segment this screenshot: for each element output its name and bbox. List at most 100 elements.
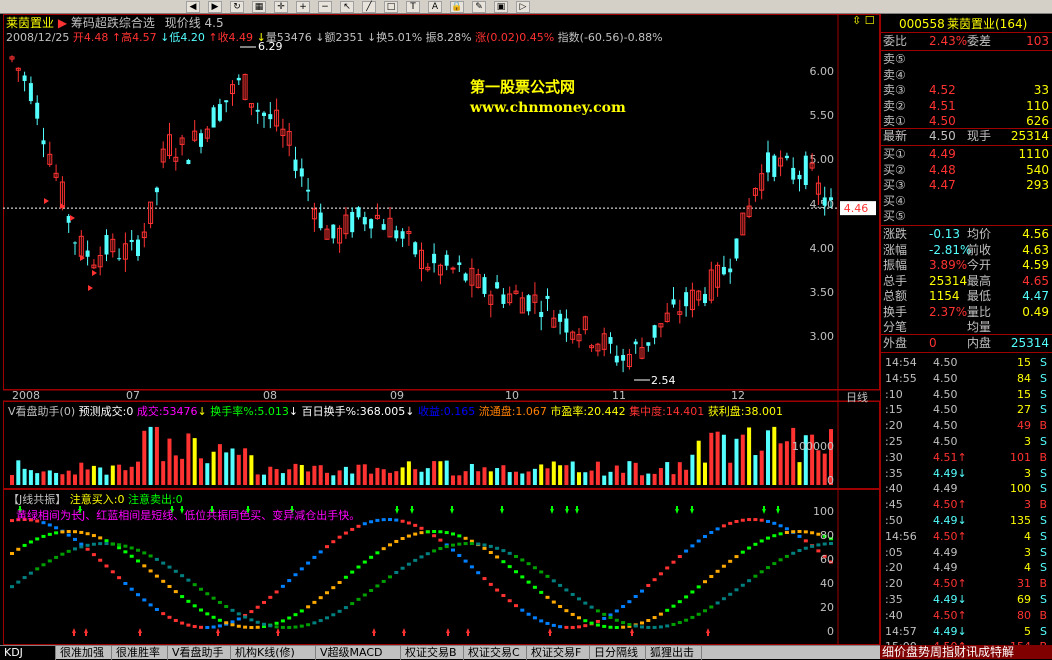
watermark-url: www.chnmoney.com [470,100,626,116]
toolbar: ◀ ▶ ↻ ▦ ✛ + − ↖ ╱ □ T A 🔒 ✎ ▣ ▷ [0,0,1052,14]
stat-row: 分笔 均量 [883,320,992,334]
tick-row: :25 4.50 3 S [885,435,1047,448]
tick-row: 14:56 4.50↑ 4 S [885,529,1047,543]
stat-row: 振幅 3.89% 今开 4.59 [883,258,1049,272]
stat-row: 涨跌 -0.13 均价 4.56 [883,227,1049,241]
zoom-out-icon[interactable]: − [318,1,332,13]
tick-row: :15 4.50 27 S [885,403,1047,417]
tick-row: 14:54 4.50 15 S [885,356,1047,369]
indicator-tabs: KDJ 很准加强 很准胜率 V看盘助手 机构K线(修) V超级MACD 权证交易B 权证交易C… [0,645,880,660]
tick-row: :30 4.51↑ 101 B [885,450,1047,464]
tick-row: :20 4.50↑ 31 B [885,577,1047,591]
tick-row: :05 4.49 3 S [885,545,1047,559]
tick-row: :35 4.49↓ 69 S [885,593,1047,606]
tab-indicator[interactable]: 很准加强 [56,646,112,660]
date-tick-label: 12 [731,389,745,402]
arrow-right-icon[interactable]: ▶ [58,16,71,30]
kdj-tick-label: 20 [820,601,834,614]
forward-icon[interactable]: ▶ [208,1,222,13]
date-tick-label: 10 [505,389,519,402]
tick-row: :40 4.49 100 S [885,482,1047,496]
price-tick-label: 3.00 [809,330,835,344]
back-icon[interactable]: ◀ [186,1,200,13]
date-tick-label: 07 [126,389,140,402]
tick-row: :40 4.50↑ 80 B [885,608,1047,622]
text-icon[interactable]: T [406,1,420,13]
tab-indicator[interactable]: V超级MACD [316,646,401,660]
order-book-row[interactable]: 买③ 4.47 293 [881,177,1052,193]
order-book-row[interactable]: 卖④ [881,67,1052,83]
tab-indicator[interactable]: 权证交易C [464,646,527,660]
waipan-row: 外盘 0 内盘 25314 [883,336,1049,350]
ohlc-line: 2008/12/25 开4.48 ↑高4.57 ↓低4.20 ↑收4.49 ↓量… [6,31,663,44]
tab-indicator[interactable]: 权证交易B [401,646,464,660]
stat-row: 总额 1154 最低 4.47 [883,289,1049,303]
order-book-row[interactable]: 卖③ 4.52 33 [881,82,1052,98]
volume-tick-label: 0 [827,474,834,487]
current-line: 现价线 4.5 [164,16,224,30]
price-tick-label: 4.50 [809,197,835,211]
date-tick-label: 11 [612,389,626,402]
order-book-row[interactable]: 卖① 4.50 626 [881,113,1052,129]
cross-icon[interactable]: ✛ [274,1,288,13]
order-book-row[interactable]: 卖⑤ [881,51,1052,67]
zoom-in-icon[interactable]: + [296,1,310,13]
watermark-title: 第一股票公式网 [470,78,576,96]
order-book-row[interactable]: 卖② 4.51 110 [881,98,1052,114]
price-tick-label: 3.50 [809,286,835,299]
pointer-icon[interactable]: ↖ [340,1,354,13]
play-icon[interactable]: ▷ [516,1,530,13]
lock-icon[interactable]: 🔒 [450,1,464,13]
stat-row: 总手 25314 最高 4.65 [883,273,1049,288]
tab-indicator[interactable]: 权证交易F [527,646,590,660]
kdj-tick-label: 40 [820,577,834,590]
price-tick-label: 5.50 [809,109,835,123]
volume-indicator-bar: V看盘助手(0) 预测成交:0 成交:53476↓ 换手率%:5.013↓ 百日… [8,405,784,418]
date-tick-label: 2008 [12,389,40,402]
order-book-row[interactable]: 买④ [881,193,1052,209]
stock-name: 莱茵置业 [6,16,55,30]
rect-icon[interactable]: □ [384,1,398,13]
line-icon[interactable]: ╱ [362,1,376,13]
stock-header: 000558 莱茵置业(164) [899,17,1028,31]
price-panel[interactable] [3,14,880,390]
tick-row: :20 4.49 4 S [885,561,1047,575]
bag-icon[interactable]: ▣ [494,1,508,13]
tab-indicator[interactable]: 机构K线(修) [231,646,316,660]
tab-indicator[interactable]: V看盘助手 [168,646,231,660]
price-tick-label: 6.00 [809,65,835,78]
tab-indicator[interactable]: KDJ [0,646,56,660]
stat-row: 换手 2.37% 量比 0.49 [883,304,1049,319]
font-icon[interactable]: A [428,1,442,13]
pen-icon[interactable]: ✎ [472,1,486,13]
last-price-row: 最新 4.50 现手 25314 [883,129,1049,143]
tick-row: :20 4.50 49 B [885,419,1047,433]
stat-row: 涨幅 -2.81% 前收 4.63 [883,242,1049,257]
kdj-tick-label: 80 [820,529,834,542]
chart-icon[interactable]: ▦ [252,1,266,13]
tick-row: :10 4.50 15 S [885,387,1047,401]
chart-corner-icons[interactable]: ⇳ ☐ [852,14,875,27]
tab-indicator[interactable]: 很准胜率 [112,646,168,660]
tick-row: :35 4.49↓ 3 S [885,466,1047,480]
order-book-row[interactable]: 买① 4.49 1110 [881,146,1052,162]
indicator-name[interactable]: 筹码超跌综合选 [71,16,155,30]
price-tick-label: 4.00 [809,241,835,255]
date-tick-label: 08 [263,389,277,402]
tick-row: 14:55 4.50 84 S [885,371,1047,385]
weibi-row: 委比 2.43% 委差 103 [883,34,1049,48]
order-book-row[interactable]: 买⑤ [881,208,1052,224]
right-panel-tabs[interactable]: 细价盘势周指财讯成特解 [880,645,1052,659]
order-book-row[interactable]: 买② 4.48 540 [881,162,1052,178]
kdj-indicator-bar: 【J线共振】 注意买入:0 注意卖出:0 [8,493,183,506]
period-label[interactable]: 日线 [846,389,868,405]
tick-row: :50 4.49↓ 135 S [885,514,1047,527]
date-tick-label: 09 [390,389,404,402]
tab-indicator[interactable]: 日分隔线 [590,646,646,660]
kdj-tick-label: 0 [827,625,834,638]
tick-row: :45 4.50↑ 3 B [885,498,1047,512]
tick-row: 14:57 4.49↓ 5 S [885,624,1047,638]
refresh-icon[interactable]: ↻ [230,1,244,13]
tab-indicator[interactable]: 狐狸出击 [646,646,702,660]
kdj-tick-label: 60 [820,553,834,566]
